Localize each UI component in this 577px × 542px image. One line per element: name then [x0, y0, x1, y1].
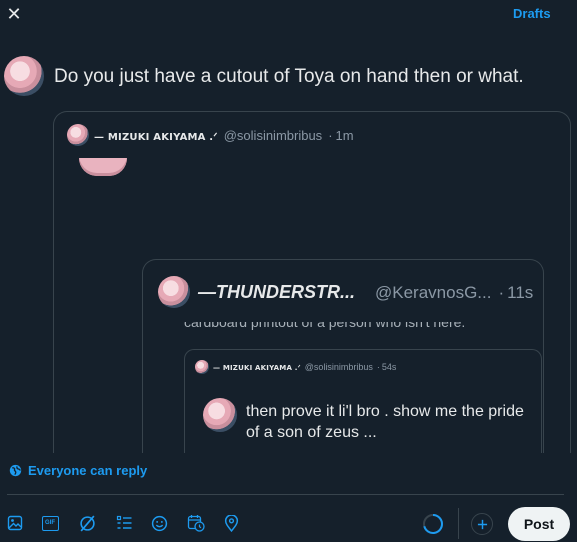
nested-author-row: —THUNDERSTR... @KeravnosG... · 11s	[198, 282, 533, 303]
quoted-handle: @solisinimbribus	[223, 128, 323, 143]
nested-time: 11s	[507, 283, 534, 302]
schedule-button[interactable]	[185, 513, 207, 533]
emoji-icon	[151, 515, 167, 531]
image-icon	[7, 515, 23, 531]
quoted-media-image	[79, 158, 127, 176]
globe-icon	[9, 464, 22, 477]
grok-icon	[79, 515, 95, 531]
post-button-label: Post	[523, 516, 555, 532]
nested-display-name: —THUNDERSTR...	[198, 282, 355, 302]
location-icon	[224, 514, 238, 532]
inner-separator: ·	[376, 362, 380, 372]
toolbar-separator	[458, 508, 459, 539]
inner-avatar	[203, 398, 237, 432]
inner-author-row: — MIZUKI AKIYAMA .ᐟ @solisinimbribus · 5…	[213, 362, 396, 372]
reply-setting-button[interactable]: Everyone can reply	[9, 463, 147, 478]
inner-display-name: — MIZUKI AKIYAMA .ᐟ	[213, 364, 301, 372]
drafts-button[interactable]: Drafts	[513, 6, 551, 21]
close-icon: ✕	[6, 3, 22, 24]
schedule-icon	[187, 515, 205, 532]
grok-button[interactable]	[76, 513, 98, 533]
inner-handle: @solisinimbribus	[304, 362, 373, 372]
compose-text[interactable]: Do you just have a cutout of Toya on han…	[54, 66, 524, 88]
quoted-display-name: — MIZUKI AKIYAMA .ᐟ	[94, 132, 218, 143]
divider	[7, 494, 564, 495]
inner-post-text: then prove it li'l bro . show me the pri…	[246, 403, 524, 441]
nested-quoted-post-card: —THUNDERSTR... @KeravnosG... · 11s cardb…	[142, 259, 544, 453]
quoted-time: 1m	[335, 128, 354, 143]
quoted-separator: ·	[328, 128, 333, 143]
quoted-author-row: — MIZUKI AKIYAMA .ᐟ @solisinimbribus · 1…	[94, 128, 354, 143]
nested-handle: @KeravnosG...	[375, 283, 492, 302]
quoted-post-card: — MIZUKI AKIYAMA .ᐟ @solisinimbribus · 1…	[53, 111, 571, 453]
close-button[interactable]: ✕	[2, 2, 26, 26]
plus-icon	[477, 519, 487, 529]
poll-icon	[116, 515, 131, 529]
add-post-button[interactable]	[471, 513, 493, 535]
nested-partial-text: cardboard printout of a person who isn't…	[184, 322, 466, 330]
gif-icon: GIF	[41, 515, 59, 531]
add-gif-button[interactable]: GIF	[39, 513, 61, 533]
nested-separator: ·	[498, 283, 505, 302]
nested-text-clip: cardboard printout of a person who isn't…	[184, 322, 524, 331]
user-avatar	[4, 56, 44, 96]
add-media-button[interactable]	[5, 513, 25, 533]
reply-setting-label: Everyone can reply	[28, 463, 148, 478]
inner-quoted-post-card: — MIZUKI AKIYAMA .ᐟ @solisinimbribus · 5…	[184, 349, 542, 453]
location-button[interactable]	[220, 513, 242, 533]
character-counter	[422, 513, 444, 535]
inner-time: 54s	[381, 362, 397, 372]
poll-button[interactable]	[113, 513, 135, 533]
gif-icon-label: GIF	[45, 520, 55, 526]
progress-ring-icon	[423, 514, 443, 534]
nested-avatar	[158, 276, 190, 308]
quoted-avatar	[67, 124, 89, 146]
emoji-button[interactable]	[148, 513, 170, 533]
inner-avatar-small	[195, 360, 209, 374]
post-button[interactable]: Post	[508, 507, 570, 541]
